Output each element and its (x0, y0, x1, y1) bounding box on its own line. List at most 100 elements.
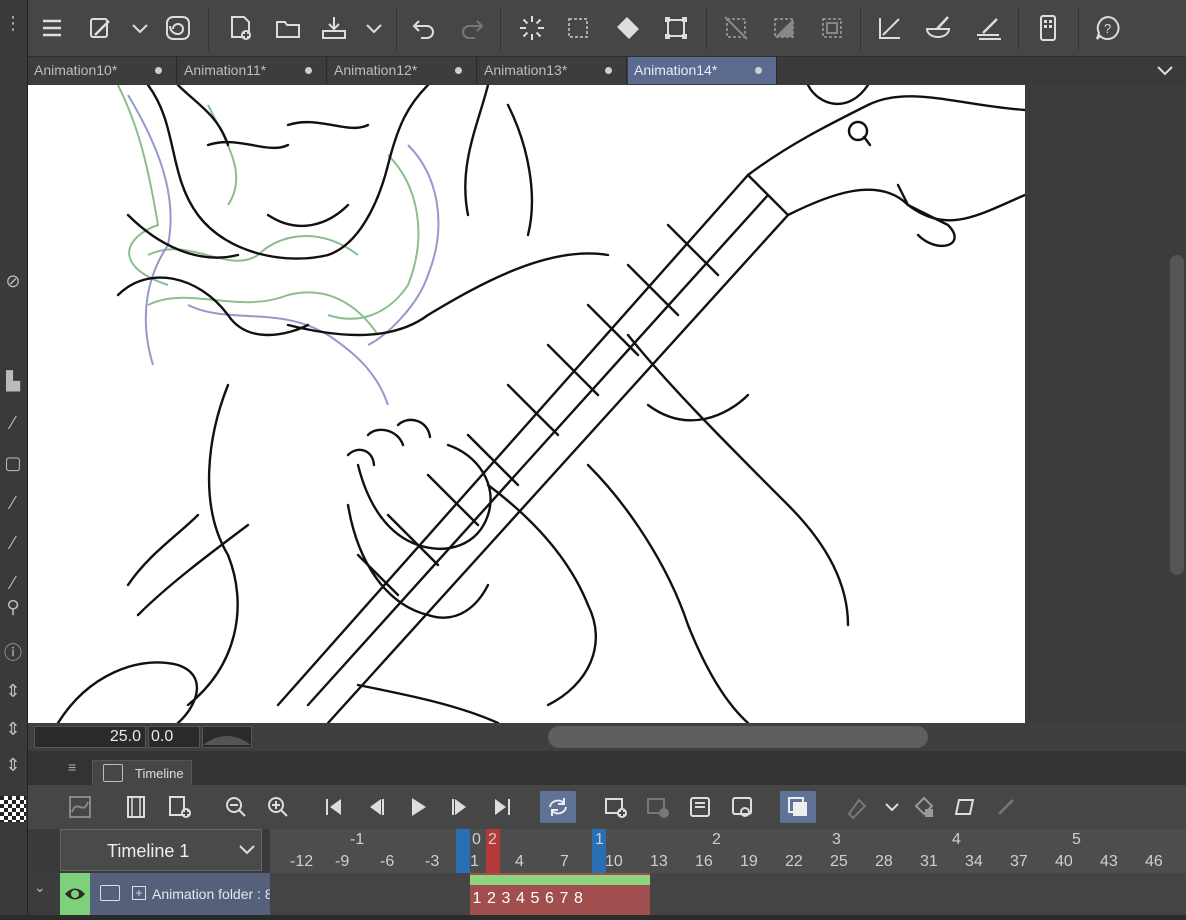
transparency-icon[interactable] (0, 796, 26, 822)
deselect-icon[interactable] (718, 10, 754, 46)
circle-icon[interactable]: ⊘ (0, 268, 26, 294)
mobile-icon[interactable] (1030, 10, 1066, 46)
tabs-dropdown-icon[interactable] (1152, 59, 1178, 83)
menu-icon[interactable] (34, 10, 70, 46)
pen-line-icon[interactable] (970, 10, 1006, 46)
new-cel-icon[interactable] (598, 791, 634, 823)
stepper-icon[interactable]: ⇕ (0, 678, 26, 704)
frame-cell[interactable]: 7 (557, 887, 571, 911)
rotation-field[interactable]: 0.0 (148, 726, 200, 748)
stepper-icon[interactable]: ⇕ (0, 752, 26, 778)
zoom-in-icon[interactable] (260, 791, 296, 823)
onion-skin-icon[interactable] (780, 791, 816, 823)
navigator-bar: 25.0 0.0 (28, 723, 1186, 751)
expand-plus-icon[interactable]: + (132, 886, 146, 900)
close-dot-icon[interactable] (605, 67, 612, 74)
loading-icon[interactable] (514, 10, 550, 46)
cel-icon[interactable] (682, 791, 718, 823)
tab-animation14[interactable]: Animation14* (628, 57, 777, 84)
open-folder-icon[interactable] (270, 10, 306, 46)
new-file-icon[interactable] (222, 10, 258, 46)
close-dot-icon[interactable] (755, 67, 762, 74)
last-frame-icon[interactable] (484, 791, 520, 823)
drawing-canvas[interactable] (28, 85, 1025, 723)
spiral-icon[interactable] (160, 10, 196, 46)
expand-chevron-icon[interactable]: ⌄ (34, 879, 46, 896)
next-frame-icon[interactable] (442, 791, 478, 823)
selection-border-icon[interactable] (814, 10, 850, 46)
frame-cell[interactable]: 3 (499, 887, 513, 911)
close-dot-icon[interactable] (155, 67, 162, 74)
first-frame-icon[interactable] (316, 791, 352, 823)
line-icon[interactable]: ⁄ (0, 530, 26, 556)
save-icon[interactable] (316, 10, 352, 46)
bowl-brush-icon[interactable] (920, 10, 956, 46)
tab-animation12[interactable]: Animation12* (328, 57, 477, 84)
loop-icon[interactable] (540, 791, 576, 823)
panel-menu-icon[interactable]: ≡ (68, 759, 76, 775)
brush-settings-icon[interactable] (82, 10, 118, 46)
ruler-frame-label: -6 (380, 853, 395, 870)
ruler-frame-label: -9 (335, 853, 350, 870)
chevron-down-icon[interactable] (122, 10, 158, 46)
shape-icon[interactable]: ▢ (0, 450, 26, 476)
redo-icon[interactable] (454, 10, 490, 46)
link-cel-icon[interactable] (724, 791, 760, 823)
zoom-value: 25.0 (109, 728, 141, 745)
pen-icon[interactable]: ⁄ (0, 410, 26, 436)
rotation-slider[interactable] (202, 726, 252, 748)
tab-animation11[interactable]: Animation11* (178, 57, 327, 84)
chevron-down-icon[interactable] (874, 791, 910, 823)
timeline-select[interactable]: Timeline 1 (60, 829, 262, 871)
bucket-icon[interactable]: ▙ (0, 368, 26, 394)
play-icon[interactable] (400, 791, 436, 823)
close-dot-icon[interactable] (455, 67, 462, 74)
timeline-panel-header: ≡ Timeline (28, 751, 1186, 785)
ruler-frame-label: 4 (515, 853, 524, 870)
timeline-panel-tab[interactable]: Timeline (92, 760, 192, 785)
magnifier-icon[interactable]: ⚲ (0, 594, 26, 620)
frame-cell[interactable]: 2 (485, 887, 499, 911)
invert-selection-icon[interactable] (766, 10, 802, 46)
frame-cell[interactable]: 6 (543, 887, 557, 911)
close-dot-icon[interactable] (305, 67, 312, 74)
curve-icon[interactable] (62, 791, 98, 823)
undo-icon[interactable] (406, 10, 442, 46)
frame-cell[interactable]: 8 (572, 887, 586, 911)
new-cel-folder-icon[interactable] (640, 791, 676, 823)
panel-grip-icon[interactable]: ⋮ (0, 10, 26, 36)
transform-icon[interactable] (658, 10, 694, 46)
light-table-icon[interactable] (946, 791, 982, 823)
info-icon[interactable]: ⓘ (0, 640, 26, 666)
frame-track[interactable]: 12345678 (270, 873, 1186, 915)
frame-cell[interactable]: 4 (514, 887, 528, 911)
delete-icon[interactable] (906, 791, 942, 823)
tab-animation10[interactable]: Animation10* (28, 57, 177, 84)
zoom-out-icon[interactable] (218, 791, 254, 823)
brush-icon[interactable]: ⁄ (0, 570, 26, 596)
ruler-icon[interactable] (872, 10, 908, 46)
help-icon[interactable]: ? (1090, 10, 1126, 46)
edit-icon[interactable] (988, 791, 1024, 823)
frame-cell[interactable]: 1 (470, 887, 484, 911)
add-frame-icon[interactable] (162, 791, 198, 823)
vertical-scrollbar[interactable] (1170, 255, 1184, 575)
pencil-icon[interactable]: ⁄ (0, 490, 26, 516)
tab-animation13[interactable]: Animation13* (478, 57, 627, 84)
prev-frame-icon[interactable] (358, 791, 394, 823)
timeline-ruler[interactable]: -1 0 2 1 2 3 4 5 -12 -9 -6 -3 1 4 7 10 13 16 19 22 25 28 31 34… (270, 829, 1186, 873)
fill-icon[interactable] (610, 10, 646, 46)
horizontal-scrollbar[interactable] (548, 726, 928, 748)
select-icon[interactable] (560, 10, 596, 46)
frame-icon[interactable] (118, 791, 154, 823)
layer-name[interactable]: + Animation folder : 8 (90, 873, 270, 915)
chevron-down-icon[interactable] (356, 10, 392, 46)
zoom-field[interactable]: 25.0 (34, 726, 146, 748)
guitarist-sketch (56, 85, 1025, 723)
eye-icon[interactable] (60, 873, 90, 915)
in-marker[interactable] (456, 829, 470, 873)
layer-row[interactable]: ⌄ + Animation folder : 8 12345678 (28, 873, 1186, 915)
stamp-icon[interactable] (838, 791, 874, 823)
frame-cell[interactable]: 5 (528, 887, 542, 911)
stepper-icon[interactable]: ⇕ (0, 716, 26, 742)
